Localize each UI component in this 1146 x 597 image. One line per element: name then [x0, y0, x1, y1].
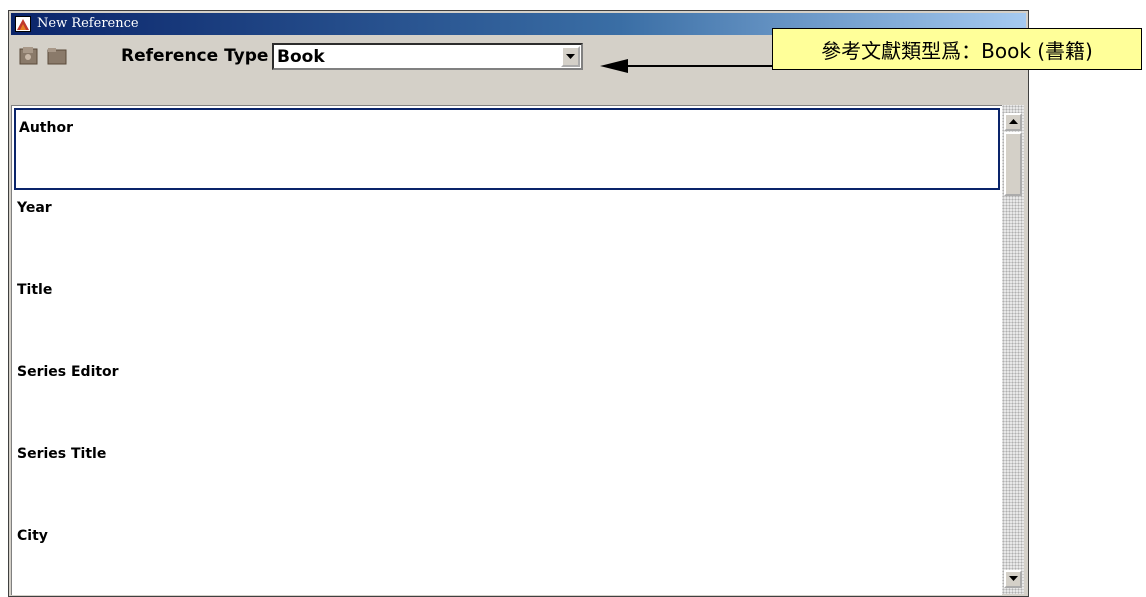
field-label-year: Year	[17, 200, 52, 216]
arrow-down-icon	[1008, 576, 1018, 581]
scroll-down-button[interactable]	[1004, 570, 1022, 588]
chevron-down-icon	[566, 53, 575, 59]
annotation-arrow	[600, 59, 774, 73]
reference-fields-pane: Author Year Title Series Editor Series T…	[11, 105, 1002, 595]
endnote-app-icon	[15, 16, 31, 32]
folder-icon	[47, 48, 67, 65]
vertical-scrollbar[interactable]	[1002, 105, 1024, 594]
series-title-field[interactable]: Series Title	[12, 434, 1002, 514]
insert-citation-button[interactable]	[17, 44, 41, 68]
open-folder-button[interactable]	[45, 44, 69, 68]
dropdown-toggle-button[interactable]	[561, 46, 580, 67]
arrow-up-icon	[1008, 119, 1018, 124]
title-field[interactable]: Title	[12, 270, 1002, 350]
reference-type-label: Reference Type	[121, 46, 269, 66]
city-field[interactable]: City	[12, 516, 1002, 595]
field-label-author: Author	[19, 120, 73, 136]
field-label-series-editor: Series Editor	[17, 364, 119, 380]
scroll-thumb[interactable]	[1004, 132, 1022, 196]
field-label-city: City	[17, 528, 48, 544]
reference-type-dropdown[interactable]: Book	[272, 43, 583, 70]
window-title: New Reference	[37, 16, 139, 31]
author-field[interactable]: Author	[14, 108, 1000, 190]
year-field[interactable]: Year	[12, 188, 1002, 268]
annotation-text: 參考文獻類型爲：Book (書籍)	[821, 38, 1093, 63]
field-label-title: Title	[17, 282, 53, 298]
scroll-up-button[interactable]	[1004, 113, 1022, 131]
series-editor-field[interactable]: Series Editor	[12, 352, 1002, 432]
field-label-series-title: Series Title	[17, 446, 107, 462]
annotation-callout: 參考文獻類型爲：Book (書籍)	[772, 28, 1142, 70]
new-reference-window: New Reference Reference Type Book Author…	[8, 10, 1029, 597]
reference-type-value: Book	[277, 47, 325, 67]
insert-citation-icon	[19, 47, 38, 65]
